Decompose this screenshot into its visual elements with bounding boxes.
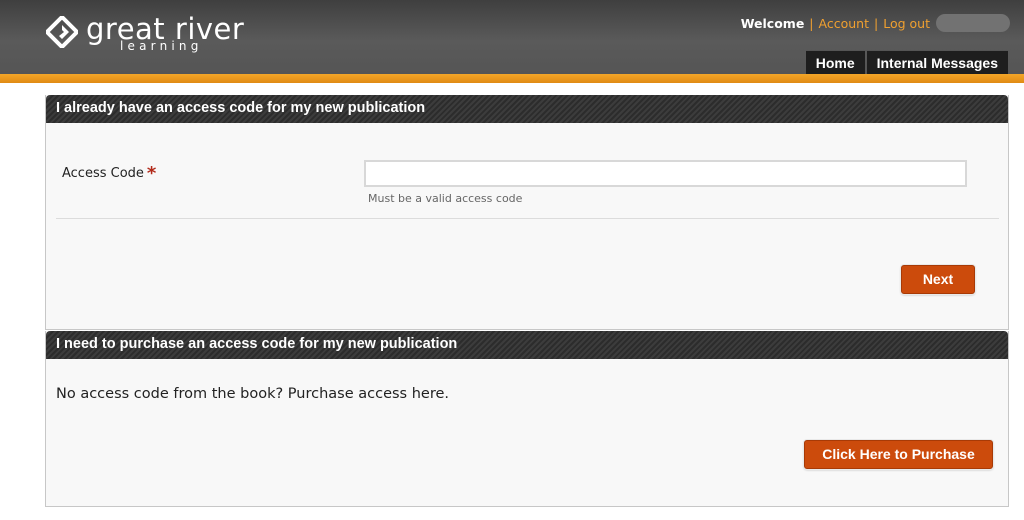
access-code-label: Access Code *	[62, 161, 157, 184]
main-tabs: Home Internal Messages	[804, 50, 1008, 74]
site-header: great river learning Welcome | Account |…	[0, 0, 1024, 74]
access-code-panel: I already have an access code for my new…	[45, 95, 1009, 330]
access-code-label-text: Access Code	[62, 166, 144, 181]
tab-home[interactable]: Home	[805, 50, 865, 74]
purchase-description: No access code from the book? Purchase a…	[56, 386, 449, 402]
purchase-panel: I need to purchase an access code for my…	[45, 331, 1009, 507]
redacted-username	[936, 14, 1010, 32]
nav-separator: |	[874, 15, 879, 31]
brand-logo[interactable]: great river learning	[46, 12, 246, 58]
purchase-panel-title: I need to purchase an access code for my…	[46, 331, 1008, 359]
brand-tagline: learning	[120, 39, 203, 53]
next-button[interactable]: Next	[901, 265, 975, 294]
section-divider	[56, 218, 999, 219]
account-link[interactable]: Account	[819, 16, 869, 31]
purchase-button[interactable]: Click Here to Purchase	[804, 440, 993, 469]
access-code-hint: Must be a valid access code	[368, 192, 523, 205]
access-code-panel-title: I already have an access code for my new…	[46, 95, 1008, 123]
nav-separator: |	[809, 15, 814, 31]
user-nav: Welcome | Account | Log out	[741, 14, 1010, 32]
great-river-logo-mark-icon	[46, 16, 78, 48]
tab-internal-messages[interactable]: Internal Messages	[866, 50, 1008, 74]
header-accent-bar	[0, 74, 1024, 83]
welcome-text: Welcome	[740, 15, 805, 31]
access-code-input[interactable]	[364, 160, 967, 187]
required-marker: *	[146, 163, 157, 184]
logout-link[interactable]: Log out	[883, 16, 930, 31]
